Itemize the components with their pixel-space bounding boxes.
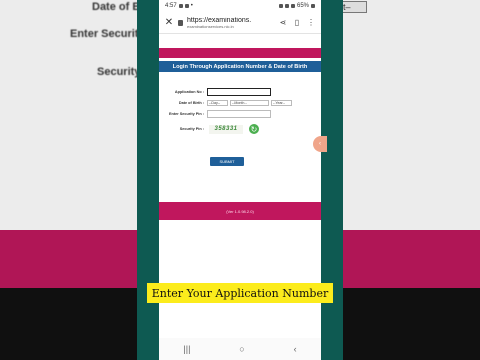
dob-year-select[interactable]: --Year-- xyxy=(271,100,292,106)
security-pin-input-row: Enter Security Pin : xyxy=(159,110,271,118)
dob-month-select[interactable]: --Month-- xyxy=(230,100,269,106)
status-left: 4:57 • xyxy=(165,3,193,9)
signal-icon xyxy=(290,4,295,8)
alarm-icon xyxy=(278,4,283,8)
battery-icon xyxy=(311,4,315,8)
footer-version: (Ver 1.0.98.2.0) xyxy=(159,202,321,220)
phone-screen: 4:57 • 65% ✕ https://examinations. exami… xyxy=(159,0,321,360)
notification-icon xyxy=(178,4,183,8)
application-row: Application No : xyxy=(159,88,271,96)
header-band xyxy=(159,48,321,58)
background-label-security: Security xyxy=(97,66,141,78)
submit-button[interactable]: SUBMIT xyxy=(210,157,244,166)
form-title: Login Through Application Number & Date … xyxy=(159,61,321,72)
wifi-icon xyxy=(284,4,289,8)
status-time: 4:57 xyxy=(165,3,177,9)
security-pin-row: Security Pin : 358331 ↻ xyxy=(159,124,259,134)
dob-row: Date of Birth : --Day-- --Month-- --Year… xyxy=(159,100,294,106)
status-right: 65% xyxy=(278,3,315,9)
status-bar: 4:57 • 65% xyxy=(159,0,321,12)
android-nav-bar: ||| ○ ‹ xyxy=(159,338,321,360)
lock-icon[interactable] xyxy=(178,19,183,26)
browser-toolbar: ✕ https://examinations. examinationservi… xyxy=(159,12,321,34)
battery-percent: 65% xyxy=(296,3,309,9)
captcha-image: 358331 xyxy=(209,124,243,134)
edge-panel-handle-icon[interactable]: ‹ xyxy=(313,136,327,152)
refresh-captcha-icon[interactable]: ↻ xyxy=(249,124,259,134)
right-green-strip xyxy=(321,0,343,360)
url-text: https://examinations. xyxy=(187,16,252,24)
video-caption: Enter Your Application Number xyxy=(147,283,333,303)
recents-icon[interactable]: ||| xyxy=(183,344,190,354)
home-icon[interactable]: ○ xyxy=(239,344,244,354)
dob-day-select[interactable]: --Day-- xyxy=(207,100,228,106)
login-form: Application No : Date of Birth : --Day--… xyxy=(159,72,321,182)
application-label: Application No : xyxy=(174,90,204,94)
notification-icon xyxy=(184,4,189,8)
share-icon[interactable]: ⋖ xyxy=(278,18,288,27)
close-icon[interactable]: ✕ xyxy=(164,17,174,28)
more-icon[interactable]: ⋮ xyxy=(306,18,316,27)
security-pin-label: Security Pin : xyxy=(179,127,204,131)
security-pin-input-label: Enter Security Pin : xyxy=(168,112,204,116)
status-dot-icon: • xyxy=(190,3,193,9)
dob-label: Date of Birth : xyxy=(178,101,204,105)
address-bar[interactable]: https://examinations. examinationservice… xyxy=(187,17,274,29)
background-label-enter-security: Enter Security xyxy=(70,28,145,40)
bookmark-icon[interactable]: ▯ xyxy=(292,18,302,27)
url-domain: examinationservices.nic.in xyxy=(187,23,234,29)
left-green-strip xyxy=(137,0,159,360)
security-pin-input[interactable] xyxy=(207,110,271,118)
application-number-input[interactable] xyxy=(207,88,271,96)
back-icon[interactable]: ‹ xyxy=(294,344,297,354)
